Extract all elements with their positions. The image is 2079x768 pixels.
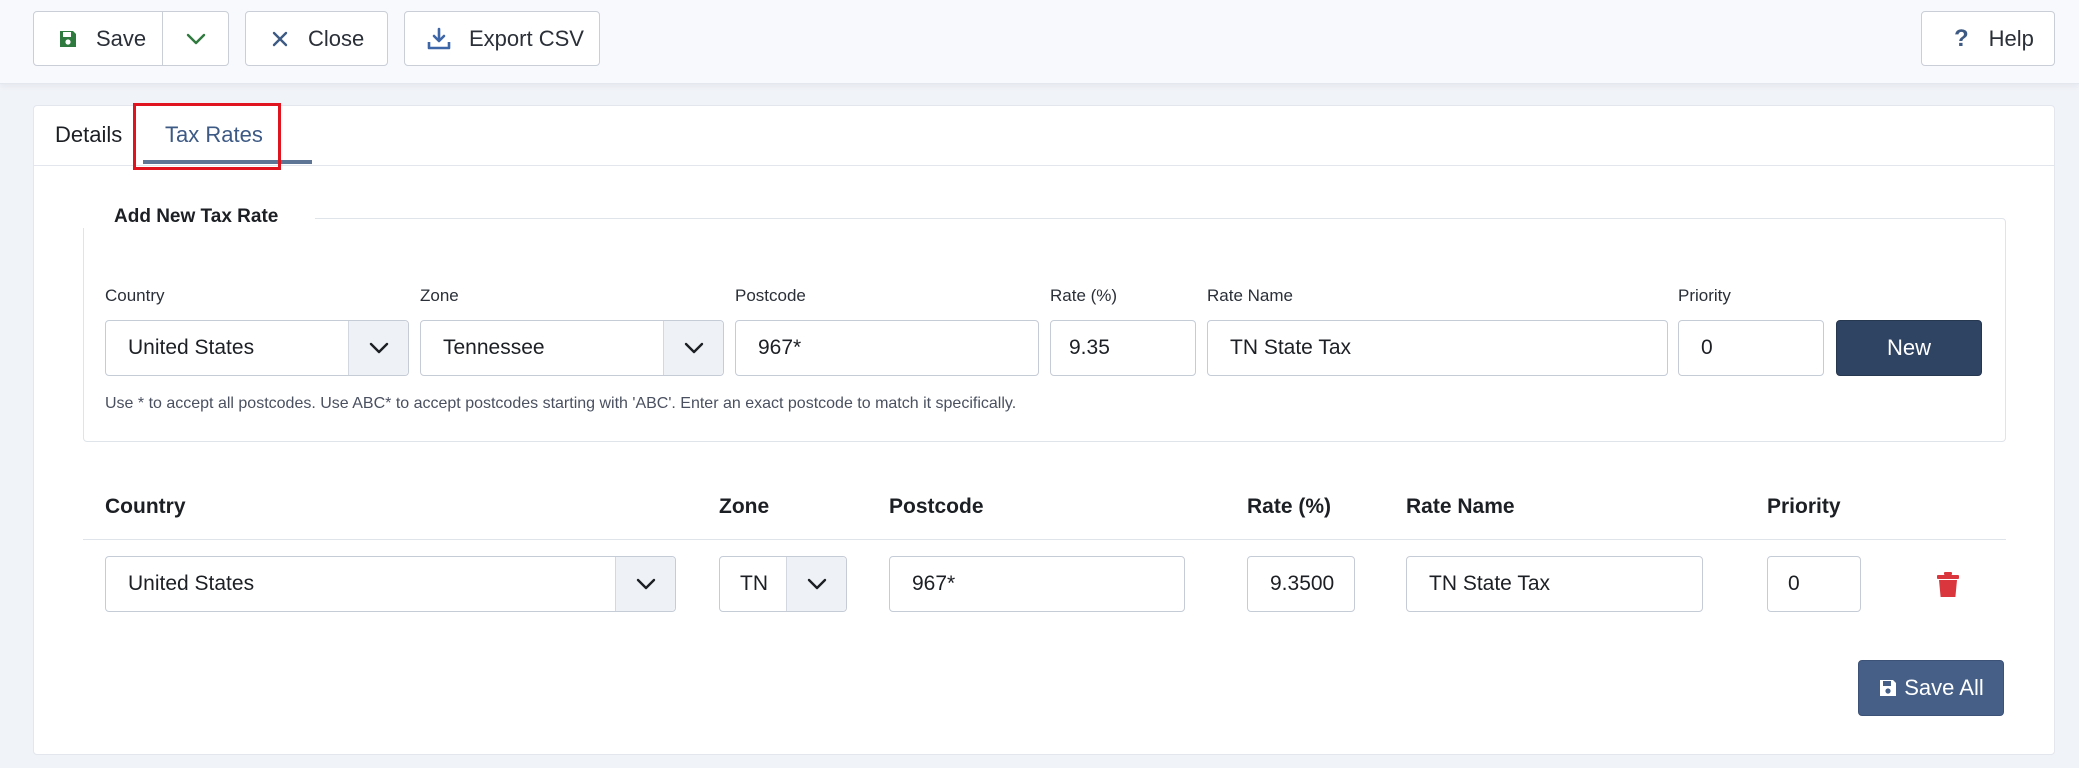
- zone-select-value: Tennessee: [443, 336, 545, 359]
- help-button[interactable]: ? Help: [1921, 11, 2055, 66]
- chevron-down-icon: [786, 557, 846, 611]
- chevron-down-icon: [615, 557, 675, 611]
- close-icon: [272, 31, 288, 46]
- row-zone-value: TN: [740, 572, 768, 595]
- rate-name-label: Rate Name: [1207, 286, 1293, 305]
- country-select-value: United States: [128, 336, 255, 359]
- priority-label: Priority: [1678, 286, 1731, 305]
- chevron-down-icon: [186, 33, 205, 44]
- row-priority-value: 0: [1788, 572, 1800, 595]
- row-postcode-value: 967*: [912, 572, 956, 595]
- zone-select[interactable]: Tennessee: [420, 320, 724, 376]
- column-header-rate: Rate (%): [1247, 495, 1332, 518]
- row-rate-input[interactable]: 9.3500: [1247, 556, 1355, 612]
- export-csv-button-label: Export CSV: [469, 25, 584, 51]
- close-button[interactable]: Close: [245, 11, 388, 66]
- main-card: Details Tax Rates Add New Tax Rate Count…: [33, 103, 2055, 755]
- help-button-label: Help: [1988, 25, 2034, 51]
- new-button[interactable]: New: [1836, 320, 1982, 376]
- question-icon: ?: [1954, 24, 1969, 52]
- tab-details[interactable]: Details: [55, 122, 122, 148]
- tab-tax-rates[interactable]: Tax Rates: [165, 122, 263, 148]
- column-header-priority: Priority: [1767, 495, 1841, 518]
- save-dropdown-toggle[interactable]: [163, 12, 228, 65]
- rate-label: Rate (%): [1050, 286, 1118, 305]
- row-postcode-input[interactable]: 967*: [889, 556, 1185, 612]
- save-button[interactable]: Save: [34, 12, 163, 65]
- postcode-help-text: Use * to accept all postcodes. Use ABC* …: [105, 395, 1017, 412]
- save-icon: [1880, 680, 1897, 696]
- save-icon: [60, 30, 76, 47]
- column-header-zone: Zone: [719, 495, 770, 518]
- priority-input-value: 0: [1701, 336, 1713, 359]
- save-all-button[interactable]: Save All: [1858, 660, 2004, 716]
- country-select[interactable]: United States: [105, 320, 409, 376]
- close-button-label: Close: [308, 25, 365, 51]
- column-header-postcode: Postcode: [889, 495, 984, 518]
- rate-input-value: 9.35: [1069, 336, 1110, 359]
- row-country-select[interactable]: United States: [105, 556, 676, 612]
- row-country-value: United States: [128, 572, 255, 595]
- row-rate-value: 9.3500: [1270, 572, 1335, 595]
- priority-input[interactable]: 0: [1678, 320, 1824, 376]
- save-all-label: Save All: [1904, 675, 1984, 700]
- postcode-label: Postcode: [735, 286, 806, 305]
- row-rate-name-input[interactable]: TN State Tax: [1406, 556, 1703, 612]
- rate-name-input-value: TN State Tax: [1230, 336, 1351, 359]
- row-priority-input[interactable]: 0: [1767, 556, 1861, 612]
- save-button-group: Save: [33, 11, 229, 66]
- row-zone-select[interactable]: TN: [719, 556, 847, 612]
- toolbar: Save Close Export CSV ? Help: [0, 0, 2079, 84]
- delete-row-button[interactable]: [1935, 571, 1961, 599]
- rate-input[interactable]: 9.35: [1050, 320, 1196, 376]
- chevron-down-icon: [348, 321, 408, 375]
- active-tab-indicator: [143, 160, 312, 164]
- postcode-input[interactable]: 967*: [735, 320, 1039, 376]
- postcode-input-value: 967*: [758, 336, 802, 359]
- chevron-down-icon: [663, 321, 723, 375]
- column-header-country: Country: [105, 495, 186, 518]
- trash-icon: [1937, 572, 1959, 597]
- download-icon: [427, 27, 451, 49]
- row-rate-name-value: TN State Tax: [1429, 572, 1550, 595]
- save-button-label: Save: [96, 25, 147, 51]
- tab-bar: Details Tax Rates: [34, 103, 2054, 170]
- table-header-divider: [83, 539, 2006, 540]
- country-label: Country: [105, 286, 165, 305]
- zone-label: Zone: [420, 286, 459, 305]
- column-header-rate-name: Rate Name: [1406, 495, 1515, 518]
- export-csv-button[interactable]: Export CSV: [404, 11, 600, 66]
- rate-name-input[interactable]: TN State Tax: [1207, 320, 1668, 376]
- fieldset-legend: Add New Tax Rate: [78, 206, 316, 228]
